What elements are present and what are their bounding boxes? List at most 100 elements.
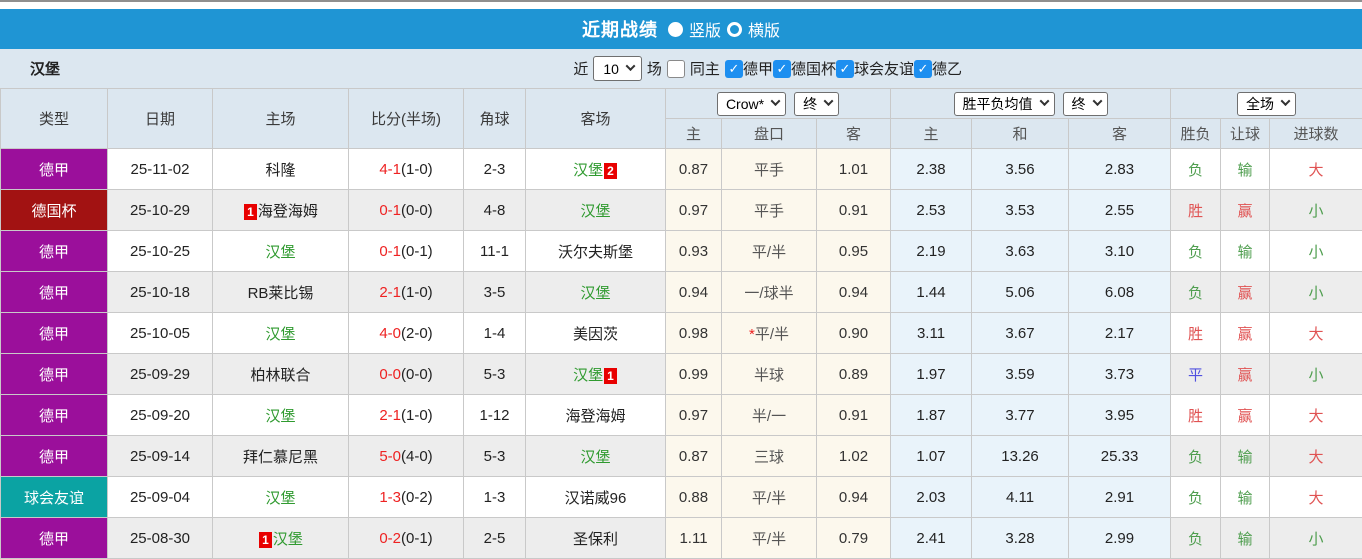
league-checkbox[interactable]: ✓ xyxy=(836,60,854,78)
match-count-select[interactable]: 10 xyxy=(593,56,642,81)
home-team-cell: 拜仁慕尼黑 xyxy=(213,436,349,477)
table-row: 德甲25-08-301汉堡0-2(0-1)2-5圣保利1.11平/半0.792.… xyxy=(1,518,1362,559)
radio-horizontal-label[interactable]: 横版 xyxy=(748,17,780,41)
table-row: 德甲25-09-20汉堡2-1(1-0)1-12海登海姆0.97半/一0.911… xyxy=(1,395,1362,436)
home-team-cell: 汉堡 xyxy=(213,313,349,354)
chevron-down-icon xyxy=(1092,96,1102,106)
radio-horizontal-layout[interactable] xyxy=(727,22,742,37)
handicap-result-cell: 输 xyxy=(1221,436,1270,477)
away-team-cell: 圣保利 xyxy=(526,518,666,559)
league-cell: 德甲 xyxy=(1,395,108,436)
scope-select[interactable]: 全场 xyxy=(1237,92,1296,116)
result-group-header: 全场 xyxy=(1171,89,1362,119)
goals-result-text: 大 xyxy=(1309,408,1324,425)
table-row: 德甲25-10-25汉堡0-1(0-1)11-1沃尔夫斯堡0.93平/半0.95… xyxy=(1,231,1362,272)
half-time-score: (1-0) xyxy=(401,284,433,301)
avg-home-odds: 1.87 xyxy=(891,395,972,436)
goals-result-text: 大 xyxy=(1309,162,1324,179)
bookmaker-select-value: Crow* xyxy=(726,96,764,112)
handicap-home-odds: 0.97 xyxy=(666,395,722,436)
handicap-line-text: 半球 xyxy=(754,367,784,384)
avg-draw-odds: 4.11 xyxy=(972,477,1069,518)
chevron-down-icon xyxy=(1281,96,1291,106)
avg-home-odds: 1.97 xyxy=(891,354,972,395)
full-time-score: 0-1 xyxy=(379,243,401,260)
league-checkbox[interactable]: ✓ xyxy=(773,60,791,78)
league-cell: 球会友谊 xyxy=(1,477,108,518)
handicap-result-cell: 输 xyxy=(1221,477,1270,518)
away-team-cell: 海登海姆 xyxy=(526,395,666,436)
avg-odds-select[interactable]: 胜平负均值 xyxy=(954,92,1055,116)
table-row: 德甲25-09-14拜仁慕尼黑5-0(4-0)5-3汉堡0.87三球1.021.… xyxy=(1,436,1362,477)
handicap-line: 半球 xyxy=(722,354,817,395)
league-cell: 德甲 xyxy=(1,436,108,477)
result-text: 负 xyxy=(1188,490,1203,507)
avg-draw-odds: 3.63 xyxy=(972,231,1069,272)
handicap-home-odds: 0.99 xyxy=(666,354,722,395)
away-team-name: 圣保利 xyxy=(573,531,618,548)
score-cell: 0-1(0-1) xyxy=(349,231,464,272)
home-team-name: 汉堡 xyxy=(265,244,295,261)
avg-away-odds: 2.17 xyxy=(1069,313,1171,354)
avg-home-odds: 1.07 xyxy=(891,436,972,477)
avg-away-odds: 3.73 xyxy=(1069,354,1171,395)
half-time-score: (0-1) xyxy=(401,243,433,260)
score-cell: 0-2(0-1) xyxy=(349,518,464,559)
handicap-line: 一/球半 xyxy=(722,272,817,313)
table-row: 德甲25-10-18RB莱比锡2-1(1-0)3-5汉堡0.94一/球半0.94… xyxy=(1,272,1362,313)
league-checkbox[interactable]: ✓ xyxy=(914,60,932,78)
away-team-name: 汉堡 xyxy=(573,367,603,384)
handicap-time-select[interactable]: 终 xyxy=(794,92,839,116)
league-cell: 德甲 xyxy=(1,518,108,559)
result-text: 胜 xyxy=(1188,326,1203,343)
goals-result-cell: 小 xyxy=(1270,518,1362,559)
half-time-score: (0-0) xyxy=(401,366,433,383)
handicap-result-text: 赢 xyxy=(1238,285,1253,302)
avg-away-odds: 2.91 xyxy=(1069,477,1171,518)
score-cell: 2-1(1-0) xyxy=(349,272,464,313)
sub-header-avg-away: 客 xyxy=(1069,119,1171,149)
results-table: 类型 日期 主场 比分(半场) 角球 客场 Crow* 终 xyxy=(0,88,1362,559)
half-time-score: (1-0) xyxy=(401,407,433,424)
away-team-name: 汉堡 xyxy=(573,162,603,179)
handicap-line-text: 平手 xyxy=(754,162,784,179)
sub-header-result: 胜负 xyxy=(1171,119,1221,149)
same-home-checkbox[interactable] xyxy=(667,60,685,78)
avg-away-odds: 3.95 xyxy=(1069,395,1171,436)
handicap-line-text: 三球 xyxy=(754,449,784,466)
bookmaker-select[interactable]: Crow* xyxy=(717,92,786,116)
home-team-name: 拜仁慕尼黑 xyxy=(243,449,318,466)
home-team-cell: 汉堡 xyxy=(213,395,349,436)
league-checkbox-label: 德乙 xyxy=(932,58,962,79)
handicap-home-odds: 0.94 xyxy=(666,272,722,313)
handicap-group-header: Crow* 终 xyxy=(666,89,891,119)
chevron-down-icon xyxy=(771,96,781,106)
away-team-name: 汉堡 xyxy=(580,203,610,220)
filter-bar: 汉堡 近 10 场 同主 ✓德甲✓德国杯✓球会友谊✓德乙 xyxy=(0,49,1362,88)
radio-vertical-layout[interactable] xyxy=(668,22,683,37)
sub-header-handicap-result: 让球 xyxy=(1221,119,1270,149)
col-header-away: 客场 xyxy=(526,89,666,149)
league-checkbox[interactable]: ✓ xyxy=(725,60,743,78)
result-cell: 胜 xyxy=(1171,313,1221,354)
result-cell: 负 xyxy=(1171,272,1221,313)
matches-label: 场 xyxy=(647,58,662,79)
team-name: 汉堡 xyxy=(30,58,60,79)
handicap-home-odds: 0.97 xyxy=(666,190,722,231)
result-text: 平 xyxy=(1188,367,1203,384)
handicap-result-text: 赢 xyxy=(1238,408,1253,425)
handicap-line-text: 一/球半 xyxy=(744,285,793,302)
handicap-away-odds: 0.79 xyxy=(817,518,891,559)
date-cell: 25-10-25 xyxy=(108,231,213,272)
handicap-home-odds: 0.93 xyxy=(666,231,722,272)
handicap-home-odds: 0.87 xyxy=(666,436,722,477)
away-team-name: 美因茨 xyxy=(573,326,618,343)
full-time-score: 0-2 xyxy=(379,530,401,547)
avg-draw-odds: 3.53 xyxy=(972,190,1069,231)
goals-result-cell: 大 xyxy=(1270,436,1362,477)
avg-time-select[interactable]: 终 xyxy=(1063,92,1108,116)
radio-vertical-label[interactable]: 竖版 xyxy=(689,17,721,41)
corners-cell: 3-5 xyxy=(464,272,526,313)
rank-badge: 1 xyxy=(604,368,617,384)
handicap-result-cell: 赢 xyxy=(1221,395,1270,436)
